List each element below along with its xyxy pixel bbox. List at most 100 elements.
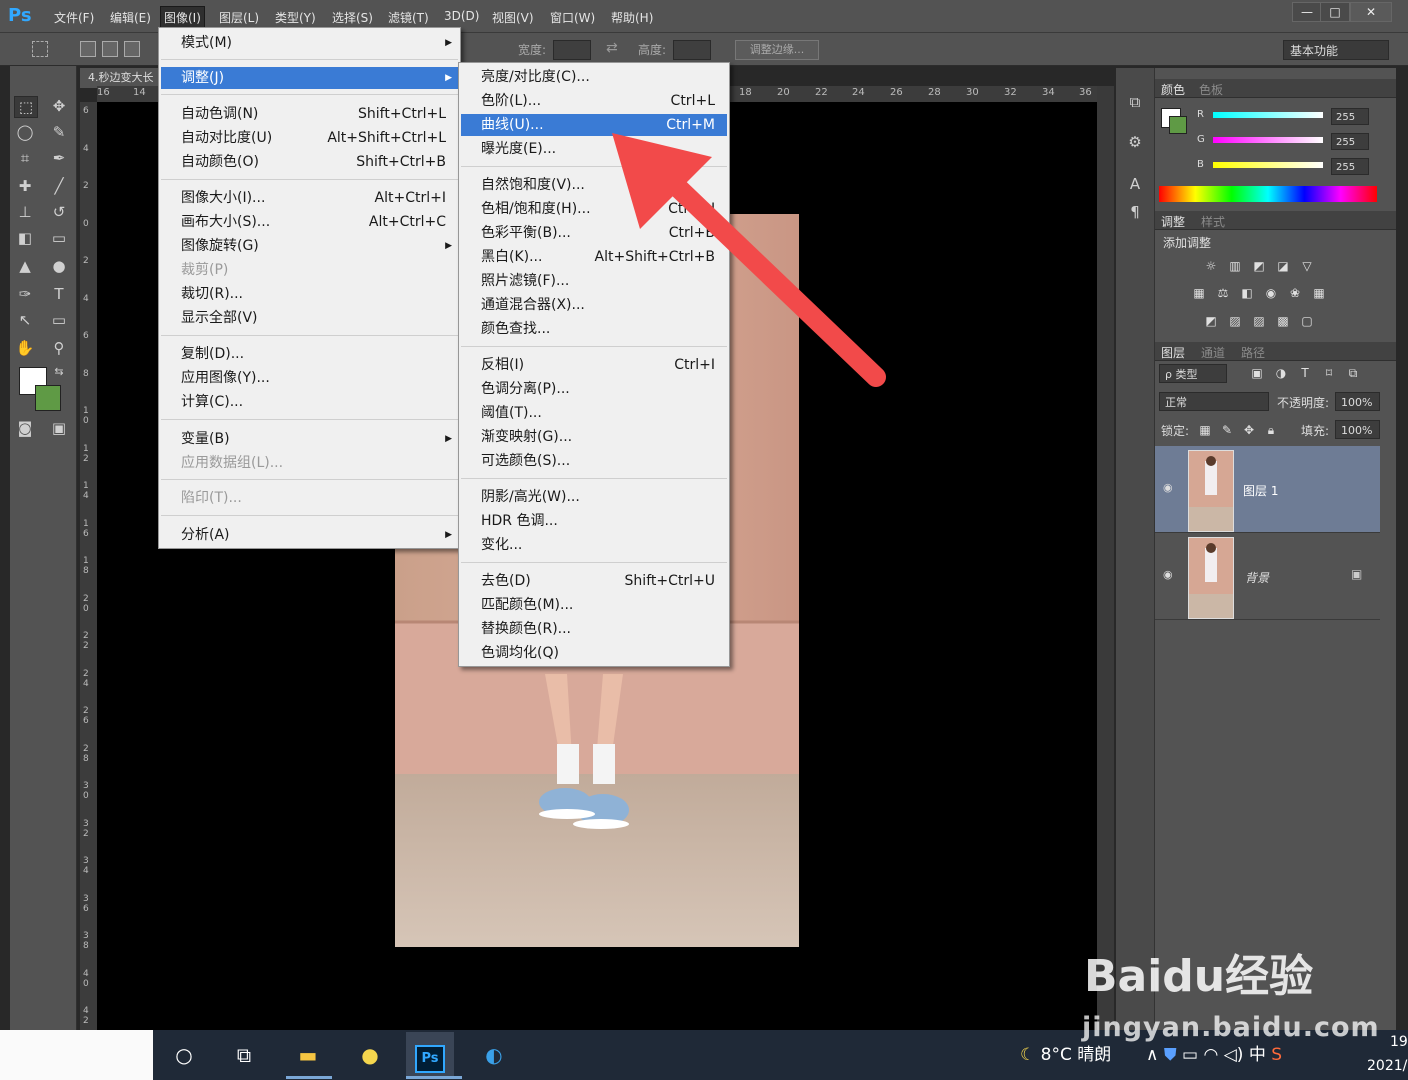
slider-r[interactable]: R 255 bbox=[1155, 106, 1395, 128]
tab-swatches[interactable]: 色板 bbox=[1199, 81, 1223, 98]
layer-row[interactable]: ◉ 背景 ▣ bbox=[1155, 533, 1380, 620]
curves-icon[interactable]: ◩ bbox=[1251, 259, 1267, 273]
menu-image[interactable]: 图像(I) bbox=[160, 6, 205, 29]
lock-transparent-icon[interactable]: ▦ bbox=[1197, 423, 1213, 437]
type-tool-icon[interactable]: T bbox=[48, 284, 70, 304]
visibility-eye-icon[interactable]: ◉ bbox=[1163, 568, 1175, 581]
brightness-icon[interactable]: ☼ bbox=[1203, 259, 1219, 273]
slider-g-track[interactable] bbox=[1213, 137, 1323, 143]
properties-panel-icon[interactable]: ⚙ bbox=[1124, 132, 1146, 152]
marquee-preset-icon[interactable] bbox=[32, 41, 48, 57]
menu-item-selective-color[interactable]: 可选颜色(S)... bbox=[461, 450, 727, 472]
filter-type-icon[interactable]: T bbox=[1297, 366, 1313, 380]
quick-select-icon[interactable]: ✎ bbox=[48, 122, 70, 142]
hue-sat-icon[interactable]: ▦ bbox=[1191, 286, 1207, 300]
exposure-icon[interactable]: ◪ bbox=[1275, 259, 1291, 273]
levels-icon[interactable]: ▥ bbox=[1227, 259, 1243, 273]
tab-styles[interactable]: 样式 bbox=[1201, 213, 1225, 230]
document-tab[interactable]: 4.秒边变大长 bbox=[80, 68, 164, 88]
menu-view[interactable]: 视图(V) bbox=[488, 8, 538, 27]
brush-tool-icon[interactable]: ╱ bbox=[48, 176, 70, 196]
fill-field[interactable]: 100% bbox=[1335, 420, 1380, 439]
file-explorer-icon[interactable]: ▬ bbox=[284, 1032, 332, 1078]
clone-stamp-icon[interactable]: ⊥ bbox=[14, 202, 36, 222]
tab-channels[interactable]: 通道 bbox=[1201, 344, 1225, 361]
menu-item-match-color[interactable]: 匹配颜色(M)... bbox=[461, 594, 727, 616]
lasso-tool-icon[interactable]: ◯ bbox=[14, 122, 36, 142]
paragraph-panel-icon[interactable]: ¶ bbox=[1124, 202, 1146, 222]
color-lookup-icon[interactable]: ▦ bbox=[1311, 286, 1327, 300]
menu-item-brightness-contrast[interactable]: 亮度/对比度(C)... bbox=[461, 66, 727, 88]
clock-time[interactable]: 19 bbox=[1390, 1034, 1408, 1050]
menu-edit[interactable]: 编辑(E) bbox=[106, 8, 155, 27]
menu-item-calculations[interactable]: 计算(C)... bbox=[161, 391, 458, 413]
invert-icon[interactable]: ◩ bbox=[1203, 314, 1219, 328]
menu-item-equalize[interactable]: 色调均化(Q) bbox=[461, 642, 727, 664]
filter-adjust-icon[interactable]: ◑ bbox=[1273, 366, 1289, 380]
tab-color[interactable]: 颜色 bbox=[1161, 81, 1185, 98]
posterize-icon[interactable]: ▨ bbox=[1227, 314, 1243, 328]
selective-color-icon[interactable]: ▢ bbox=[1299, 314, 1315, 328]
volume-icon[interactable]: ◁) bbox=[1224, 1045, 1244, 1065]
menu-item-duplicate[interactable]: 复制(D)... bbox=[161, 343, 458, 365]
marquee-tool-icon[interactable]: ⬚ bbox=[14, 96, 38, 118]
channel-mixer-icon[interactable]: ❀ bbox=[1287, 286, 1303, 300]
lock-pixels-icon[interactable]: ✎ bbox=[1219, 423, 1235, 437]
menu-item-variables[interactable]: 变量(B) ▶ bbox=[161, 428, 458, 450]
clock-date[interactable]: 2021/ bbox=[1367, 1058, 1407, 1074]
menu-window[interactable]: 窗口(W) bbox=[546, 8, 599, 27]
edge-browser-icon[interactable]: ◐ bbox=[470, 1032, 518, 1078]
dodge-tool-icon[interactable]: ● bbox=[48, 256, 70, 276]
menu-filter[interactable]: 滤镜(T) bbox=[384, 8, 433, 27]
black-white-icon[interactable]: ◧ bbox=[1239, 286, 1255, 300]
swap-colors-icon[interactable]: ⇆ bbox=[48, 362, 70, 382]
menu-item-reveal-all[interactable]: 显示全部(V) bbox=[161, 307, 458, 329]
menu-item-variations[interactable]: 变化... bbox=[461, 534, 727, 556]
menu-item-apply-image[interactable]: 应用图像(Y)... bbox=[161, 367, 458, 389]
height-field[interactable] bbox=[673, 40, 711, 60]
menu-select[interactable]: 选择(S) bbox=[328, 8, 377, 27]
slider-g-value[interactable]: 255 bbox=[1331, 133, 1369, 150]
move-tool-icon[interactable]: ✥ bbox=[48, 96, 70, 116]
filter-shape-icon[interactable]: ⌑ bbox=[1321, 366, 1337, 380]
menu-item-auto-tone[interactable]: 自动色调(N) Shift+Ctrl+L bbox=[161, 103, 458, 125]
add-selection-icon[interactable] bbox=[102, 41, 118, 57]
visibility-eye-icon[interactable]: ◉ bbox=[1163, 481, 1175, 494]
tab-layers[interactable]: 图层 bbox=[1161, 344, 1185, 361]
sogou-icon[interactable]: S bbox=[1271, 1045, 1282, 1065]
filter-pixel-icon[interactable]: ▣ bbox=[1249, 366, 1265, 380]
menu-item-image-size[interactable]: 图像大小(I)... Alt+Ctrl+I bbox=[161, 187, 458, 209]
menu-item-gradient-map[interactable]: 渐变映射(G)... bbox=[461, 426, 727, 448]
layer-name[interactable]: 图层 1 bbox=[1243, 482, 1278, 499]
vibrance-icon[interactable]: ▽ bbox=[1299, 259, 1315, 273]
menu-item-auto-color[interactable]: 自动颜色(O) Shift+Ctrl+B bbox=[161, 151, 458, 173]
menu-item-canvas-size[interactable]: 画布大小(S)... Alt+Ctrl+C bbox=[161, 211, 458, 233]
background-color-swatch[interactable] bbox=[35, 385, 61, 411]
quick-mask-icon[interactable]: ◙ bbox=[14, 418, 36, 438]
eyedropper-icon[interactable]: ✒ bbox=[48, 148, 70, 168]
lock-all-icon[interactable]: 🔒︎ bbox=[1263, 423, 1279, 437]
blur-tool-icon[interactable]: ▲ bbox=[14, 256, 36, 276]
ime-indicator[interactable]: 中 bbox=[1249, 1045, 1266, 1065]
cortana-icon[interactable]: ○ bbox=[160, 1032, 208, 1078]
menu-item-adjustments[interactable]: 调整(J) ▶ bbox=[161, 67, 458, 89]
hand-tool-icon[interactable]: ✋ bbox=[14, 338, 36, 358]
menu-item-shadows-highlights[interactable]: 阴影/高光(W)... bbox=[461, 486, 727, 508]
eraser-icon[interactable]: ◧ bbox=[14, 228, 36, 248]
blend-mode-select[interactable]: 正常 bbox=[1159, 392, 1269, 411]
slider-r-value[interactable]: 255 bbox=[1331, 108, 1369, 125]
history-brush-icon[interactable]: ↺ bbox=[48, 202, 70, 222]
menu-item-analysis[interactable]: 分析(A) ▶ bbox=[161, 524, 458, 546]
menu-type[interactable]: 类型(Y) bbox=[271, 8, 320, 27]
photoshop-taskbar-icon[interactable]: Ps bbox=[406, 1032, 454, 1078]
photo-filter-icon[interactable]: ◉ bbox=[1263, 286, 1279, 300]
menu-item-mode[interactable]: 模式(M) ▶ bbox=[161, 32, 458, 54]
layer-row[interactable]: ◉ 图层 1 bbox=[1155, 446, 1380, 533]
menu-item-replace-color[interactable]: 替换颜色(R)... bbox=[461, 618, 727, 640]
slider-g[interactable]: G 255 bbox=[1155, 131, 1395, 153]
menu-3d[interactable]: 3D(D) bbox=[440, 8, 483, 24]
pen-tool-icon[interactable]: ✑ bbox=[14, 284, 36, 304]
slider-b[interactable]: B 255 bbox=[1155, 156, 1395, 178]
zoom-tool-icon[interactable]: ⚲ bbox=[48, 338, 70, 358]
character-panel-icon[interactable]: A bbox=[1124, 174, 1146, 194]
